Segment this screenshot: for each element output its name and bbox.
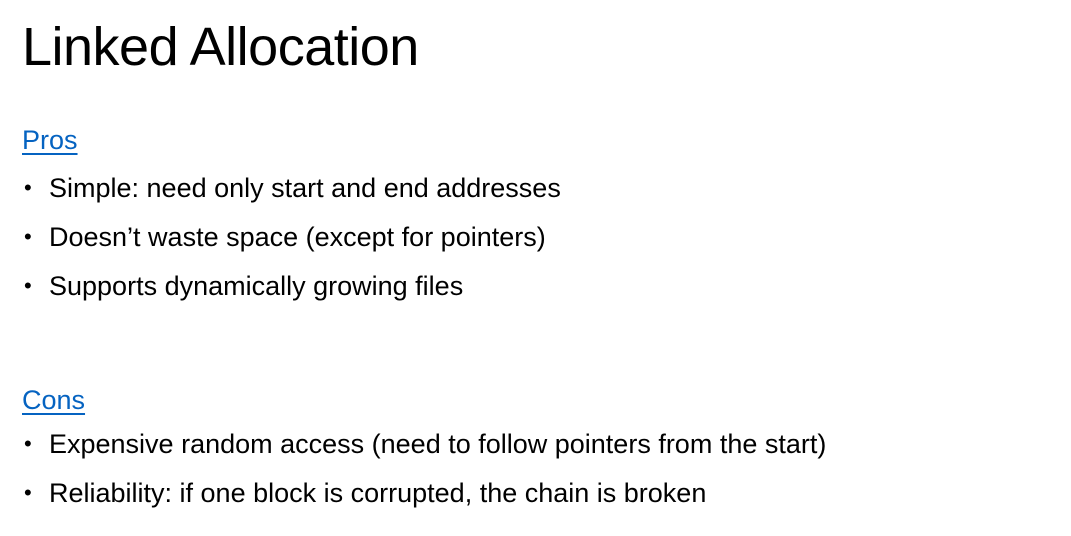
cons-bullet-item: Expensive random access (need to follow … xyxy=(22,425,826,463)
cons-section: Cons Expensive random access (need to fo… xyxy=(22,382,826,523)
cons-heading-link[interactable]: Cons xyxy=(22,382,826,418)
slide-title: Linked Allocation xyxy=(22,17,419,77)
pros-list: Simple: need only start and end addresse… xyxy=(22,169,561,305)
pros-bullet-item: Supports dynamically growing files xyxy=(22,267,561,305)
pros-heading-link[interactable]: Pros xyxy=(22,122,561,158)
pros-section: Pros Simple: need only start and end add… xyxy=(22,122,561,316)
slide: Linked Allocation Pros Simple: need only… xyxy=(0,0,1071,536)
pros-bullet-item: Simple: need only start and end addresse… xyxy=(22,169,561,207)
pros-bullet-item: Doesn’t waste space (except for pointers… xyxy=(22,218,561,256)
cons-list: Expensive random access (need to follow … xyxy=(22,425,826,512)
cons-bullet-item: Reliability: if one block is corrupted, … xyxy=(22,474,826,512)
